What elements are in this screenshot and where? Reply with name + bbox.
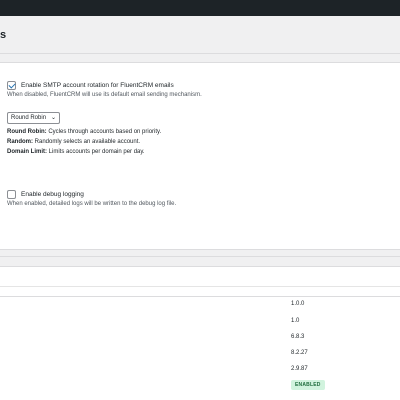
debug-description: When enabled, detailed logs will be writ… — [7, 201, 177, 207]
settings-card: Enable SMTP account rotation for FluentC… — [0, 62, 400, 250]
admin-bar — [0, 0, 400, 16]
option-name: Domain Limit: — [7, 149, 47, 155]
option-text: Limits accounts per domain per day. — [47, 149, 145, 155]
option-name: Random: — [7, 139, 33, 145]
rotation-checkbox-row[interactable]: Enable SMTP account rotation for FluentC… — [7, 79, 174, 91]
status-badge: ENABLED — [291, 380, 325, 390]
rotation-strategy-select[interactable]: Round Robin ⌄ — [7, 112, 60, 124]
debug-checkbox[interactable] — [7, 189, 16, 199]
option-text: Randomly selects an available account. — [33, 139, 141, 145]
rotation-checkbox-label[interactable]: Enable SMTP account rotation for FluentC… — [21, 82, 174, 89]
info-value: 6.8.3 — [291, 334, 305, 340]
debug-checkbox-label[interactable]: Enable debug logging — [21, 191, 84, 198]
info-value: 8.2.27 — [291, 350, 308, 356]
debug-checkbox-row[interactable]: Enable debug logging — [7, 188, 84, 200]
page-title: s — [0, 29, 7, 41]
page-header: s — [0, 16, 400, 54]
info-value: 1.0 — [291, 318, 300, 324]
option-name: Round Robin: — [7, 129, 47, 135]
divider — [0, 286, 400, 287]
option-domain-limit: Domain Limit: Limits accounts per domain… — [7, 149, 145, 155]
info-value: 1.0.0 — [291, 301, 305, 307]
chevron-down-icon: ⌄ — [50, 115, 56, 121]
rotation-description: When disabled, FluentCRM will use its de… — [7, 92, 202, 98]
rotation-checkbox[interactable] — [7, 80, 16, 90]
option-round-robin: Round Robin: Cycles through accounts bas… — [7, 129, 161, 135]
option-random: Random: Randomly selects an available ac… — [7, 139, 140, 145]
rotation-strategy-value: Round Robin — [11, 115, 47, 121]
section-gap — [0, 256, 400, 266]
divider — [0, 296, 400, 297]
option-text: Cycles through accounts based on priorit… — [46, 129, 162, 135]
info-value: 2.9.87 — [291, 366, 308, 372]
